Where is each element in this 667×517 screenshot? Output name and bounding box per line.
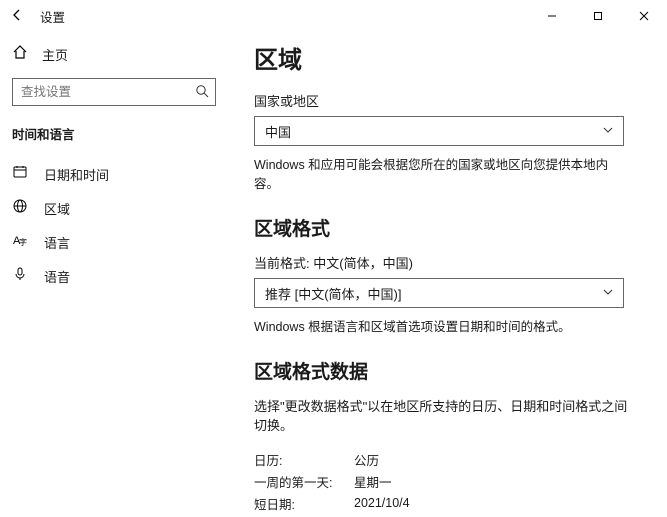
country-help-text: Windows 和应用可能会根据您所在的国家或地区向您提供本地内容。 [254, 154, 629, 192]
minimize-icon [547, 11, 557, 21]
format-data-table: 日历:公历 一周的第一天:星期一 短日期:2021/10/4 长日期:2021年… [254, 448, 629, 517]
sidebar-item-label: 语言 [44, 233, 70, 252]
maximize-icon [593, 11, 603, 21]
close-button[interactable] [621, 0, 667, 32]
sidebar-item-speech[interactable]: 语音 [4, 259, 216, 293]
minimize-button[interactable] [529, 0, 575, 32]
sidebar-item-datetime[interactable]: 日期和时间 [4, 157, 216, 191]
search-box[interactable] [12, 78, 216, 106]
sidebar: 主页 时间和语言 日期和时间 区域 A字 语言 [0, 32, 228, 517]
title-bar: 设置 [0, 0, 667, 32]
window-controls [529, 0, 667, 32]
chevron-down-icon [603, 125, 613, 138]
maximize-button[interactable] [575, 0, 621, 32]
svg-text:字: 字 [19, 237, 27, 247]
table-row: 短日期:2021/10/4 [254, 492, 629, 514]
home-icon [12, 44, 32, 65]
home-label: 主页 [42, 45, 68, 64]
format-select-value: 推荐 [中文(简体，中国)] [265, 284, 402, 303]
home-nav[interactable]: 主页 [12, 40, 216, 68]
language-icon: A字 [12, 232, 32, 252]
format-select[interactable]: 推荐 [中文(简体，中国)] [254, 278, 624, 308]
sidebar-item-label: 日期和时间 [44, 165, 109, 184]
format-help-text: Windows 根据语言和区域首选项设置日期和时间的格式。 [254, 316, 629, 335]
sidebar-item-language[interactable]: A字 语言 [4, 225, 216, 259]
sidebar-item-region[interactable]: 区域 [4, 191, 216, 225]
back-button[interactable] [10, 8, 34, 25]
window-title: 设置 [40, 7, 65, 26]
table-row: 一周的第一天:星期一 [254, 470, 629, 492]
region-format-data-heading: 区域格式数据 [254, 357, 629, 384]
data-help-text: 选择"更改数据格式"以在地区所支持的日历、日期和时间格式之间切换。 [254, 396, 629, 434]
sidebar-item-label: 区域 [44, 199, 70, 218]
current-format-label: 当前格式: 中文(简体，中国) [254, 253, 629, 272]
microphone-icon [12, 266, 32, 286]
content-area: 区域 国家或地区 中国 Windows 和应用可能会根据您所在的国家或地区向您提… [228, 32, 667, 517]
region-format-heading: 区域格式 [254, 214, 629, 241]
clock-icon [12, 164, 32, 184]
sidebar-item-label: 语音 [44, 267, 70, 286]
table-row: 日历:公历 [254, 448, 629, 470]
country-select[interactable]: 中国 [254, 116, 624, 146]
country-select-value: 中国 [265, 122, 291, 141]
sidebar-section-title: 时间和语言 [12, 124, 216, 143]
search-input[interactable] [19, 84, 195, 100]
page-title: 区域 [254, 40, 629, 75]
close-icon [639, 11, 649, 21]
country-label: 国家或地区 [254, 91, 629, 110]
chevron-down-icon [603, 287, 613, 300]
arrow-left-icon [10, 8, 24, 22]
globe-icon [12, 198, 32, 218]
search-icon [195, 84, 209, 101]
